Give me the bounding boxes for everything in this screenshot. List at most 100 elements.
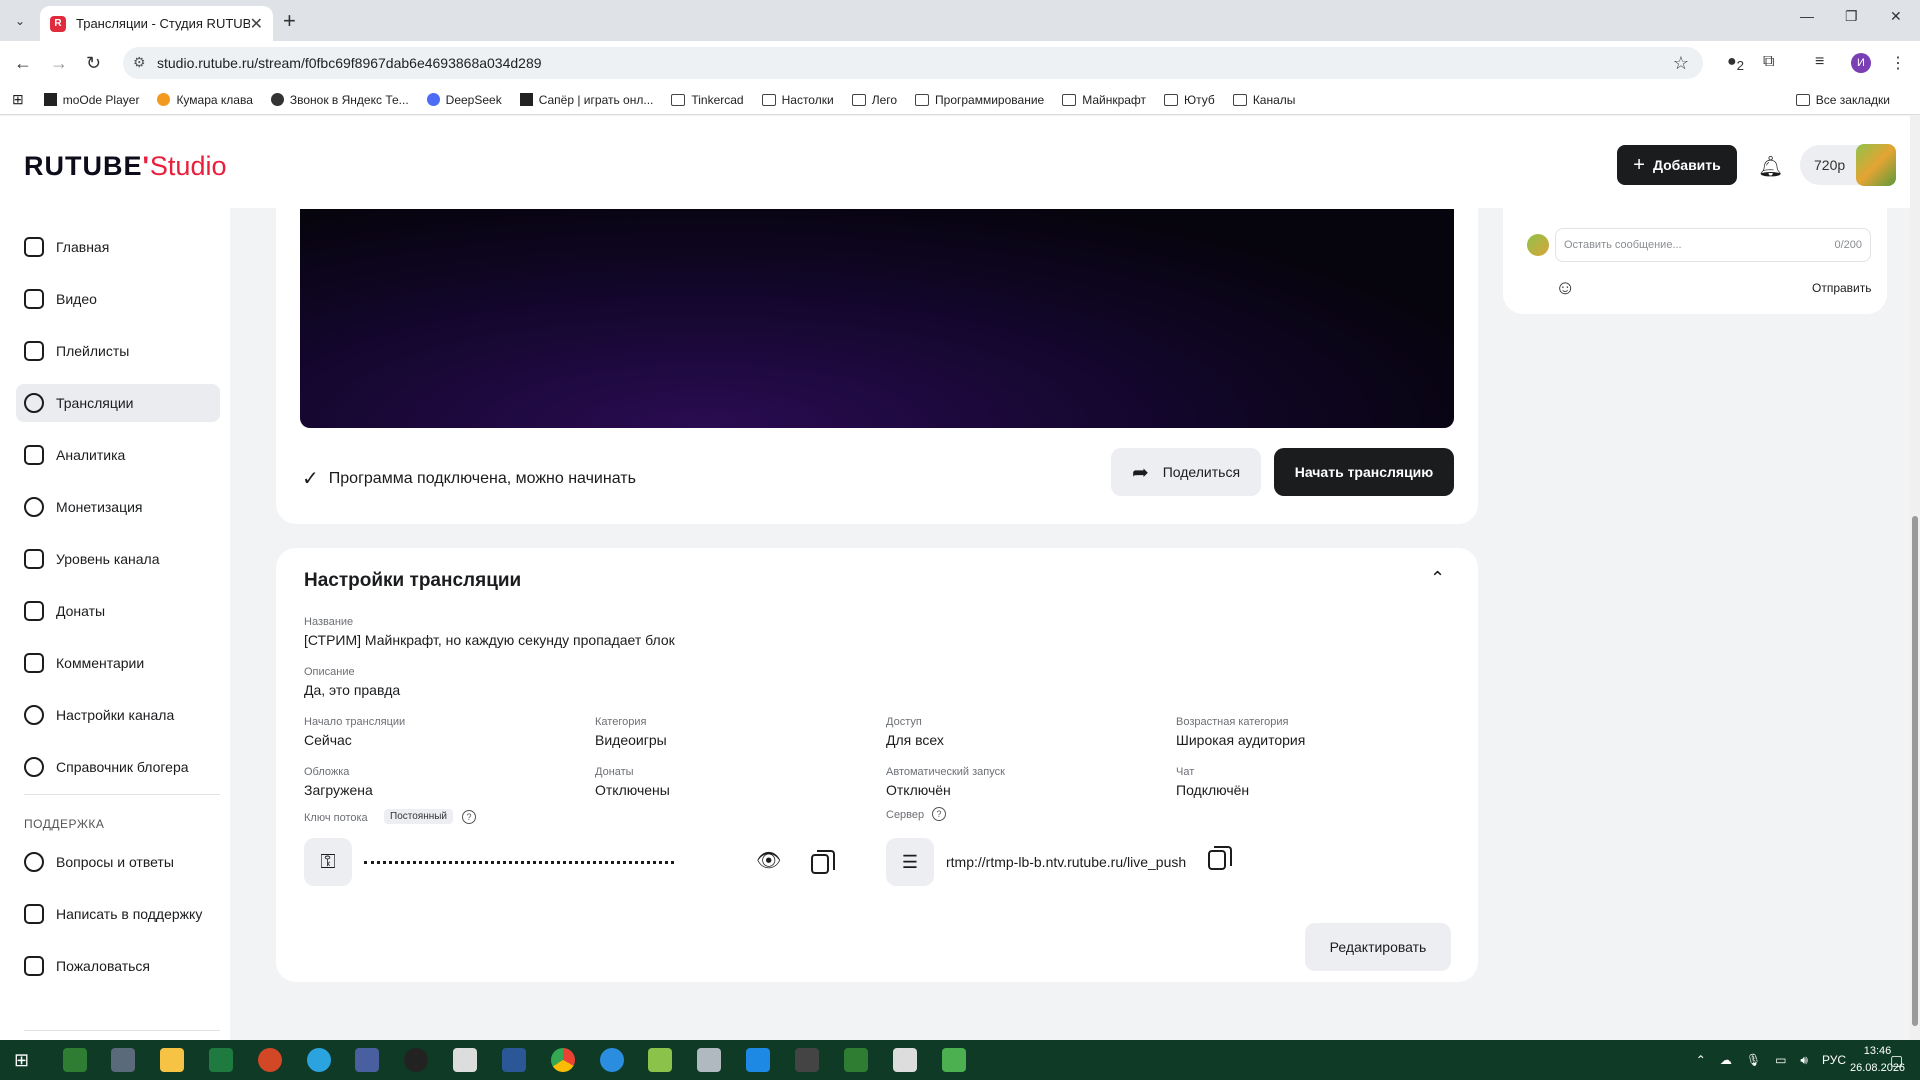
show-key-eye-icon[interactable]: 👁︎ xyxy=(756,848,781,873)
app-icon[interactable] xyxy=(600,1048,624,1072)
network-icon[interactable]: ☁ xyxy=(1720,1053,1732,1067)
sidebar-item-monetization[interactable]: Монетизация xyxy=(16,488,220,526)
sidebar-item-report[interactable]: Пожаловаться xyxy=(16,947,220,985)
new-tab-icon[interactable]: + xyxy=(283,8,296,34)
browser-menu-icon[interactable]: ⋮ xyxy=(1890,53,1906,73)
sidebar-item-donations[interactable]: Донаты xyxy=(16,592,220,630)
bookmark-folder[interactable]: Настолки xyxy=(761,92,834,107)
scrollbar-thumb[interactable] xyxy=(1912,516,1918,1026)
app-icon[interactable] xyxy=(697,1048,721,1072)
bookmark-folder[interactable]: Ютуб xyxy=(1164,93,1215,107)
volume-icon[interactable]: 🔊︎ xyxy=(1800,1053,1808,1068)
close-tab-icon[interactable]: ✕ xyxy=(250,14,263,34)
sidebar-item-faq[interactable]: Вопросы и ответы xyxy=(16,843,220,881)
language-indicator[interactable]: РУС xyxy=(1822,1053,1846,1067)
sidebar-item-analytics[interactable]: Аналитика xyxy=(16,436,220,474)
bookmark-item[interactable]: Кумара клава xyxy=(157,93,253,107)
media-control-icon[interactable]: ≡ xyxy=(1815,53,1824,71)
windows-start-icon[interactable]: ⊞ xyxy=(14,1050,29,1071)
app-icon[interactable] xyxy=(355,1048,379,1072)
restore-icon[interactable]: ❐ xyxy=(1845,8,1858,25)
folder-icon xyxy=(915,93,930,106)
bookmark-folder[interactable]: Майнкрафт xyxy=(1062,93,1146,107)
sidebar-item-channel-settings[interactable]: Настройки канала xyxy=(16,696,220,734)
bookmark-item[interactable]: DeepSeek xyxy=(426,93,502,107)
sidebar-item-contact-support[interactable]: Написать в поддержку xyxy=(16,895,220,933)
sidebar-item-comments[interactable]: Комментарии xyxy=(16,644,220,682)
powerpoint-app-icon[interactable] xyxy=(258,1048,282,1072)
microphone-icon[interactable]: 🎙︎ xyxy=(1746,1053,1761,1067)
chat-message-input[interactable]: Оставить сообщение... 0/200 xyxy=(1555,228,1871,262)
bookmark-star-icon[interactable]: ☆ xyxy=(1673,53,1689,74)
plus-icon: + xyxy=(1633,153,1645,176)
excel-app-icon[interactable] xyxy=(209,1048,233,1072)
telegram-app-icon[interactable] xyxy=(307,1048,331,1072)
capcut-app-icon[interactable] xyxy=(893,1048,917,1072)
checkmark-icon: ✓ xyxy=(302,468,319,490)
obs-app-icon[interactable] xyxy=(404,1048,428,1072)
app-icon[interactable] xyxy=(648,1048,672,1072)
moode-icon xyxy=(43,93,57,106)
sidebar-item-playlists[interactable]: Плейлисты xyxy=(16,332,220,370)
calculator-app-icon[interactable] xyxy=(111,1048,135,1072)
site-settings-icon[interactable]: ⚙ xyxy=(133,54,146,71)
bookmark-folder[interactable]: Tinkercad xyxy=(671,93,744,107)
vscode-app-icon[interactable] xyxy=(746,1048,770,1072)
url-bar[interactable]: ⚙ studio.rutube.ru/stream/f0fbc69f8967da… xyxy=(123,47,1703,79)
help-icon[interactable]: ? xyxy=(932,807,946,821)
tray-chevron-icon[interactable]: ⌃ xyxy=(1696,1053,1706,1067)
rutube-studio-logo[interactable]: RUTUBE'Studio xyxy=(24,151,226,182)
profile-avatar[interactable]: И xyxy=(1851,53,1871,73)
display-icon[interactable]: ▭ xyxy=(1775,1053,1786,1067)
app-icon[interactable] xyxy=(844,1048,868,1072)
sidebar-item-blogger-guide[interactable]: Справочник блогера xyxy=(16,748,220,786)
share-button[interactable]: ➦ Поделиться xyxy=(1111,448,1261,496)
file-explorer-icon[interactable] xyxy=(160,1048,184,1072)
bookmark-folder[interactable]: Лего xyxy=(851,93,897,107)
category-value: Видеоигры xyxy=(595,732,667,748)
page-scrollbar[interactable] xyxy=(1910,116,1920,1040)
extensions-puzzle-icon[interactable]: ⧉ xyxy=(1763,53,1774,71)
start-stream-button[interactable]: Начать трансляцию xyxy=(1274,448,1454,496)
bookmark-item[interactable]: Звонок в Яндекс Те... xyxy=(270,93,409,107)
copy-server-icon[interactable] xyxy=(1208,846,1232,870)
reload-icon[interactable]: ↻ xyxy=(86,53,101,74)
channel-avatar[interactable] xyxy=(1856,144,1896,186)
sidebar-item-home[interactable]: Главная xyxy=(16,228,220,266)
bookmark-folder[interactable]: Программирование xyxy=(915,93,1044,107)
copy-key-icon[interactable] xyxy=(811,850,835,874)
sidebar-item-video[interactable]: Видео xyxy=(16,280,220,318)
quality-label: 720p xyxy=(1814,157,1846,173)
minimize-icon[interactable]: — xyxy=(1800,8,1814,24)
sidebar-item-streams[interactable]: Трансляции xyxy=(16,384,220,422)
stream-preview[interactable] xyxy=(300,209,1454,428)
emoji-smile-icon[interactable]: ☺ xyxy=(1555,277,1575,300)
bookmark-item[interactable]: Сапёр | играть онл... xyxy=(519,93,653,107)
edit-button[interactable]: Редактировать xyxy=(1305,923,1451,971)
word-app-icon[interactable] xyxy=(502,1048,526,1072)
minecraft-app-icon[interactable] xyxy=(63,1048,87,1072)
extension-icon[interactable]: ●2 xyxy=(1727,53,1744,73)
chevron-up-icon[interactable]: ⌃ xyxy=(1430,568,1445,589)
chrome-app-icon[interactable] xyxy=(551,1048,575,1072)
close-window-icon[interactable]: ✕ xyxy=(1890,8,1902,25)
all-bookmarks[interactable]: Все закладки xyxy=(1795,93,1890,107)
chat-send-button[interactable]: Отправить xyxy=(1812,281,1872,295)
browser-tab-active[interactable]: R Трансляции - Студия RUTUBE ✕ xyxy=(40,6,273,41)
sidebar-item-channel-level[interactable]: Уровень канала xyxy=(16,540,220,578)
app-icon[interactable] xyxy=(795,1048,819,1072)
help-icon[interactable]: ? xyxy=(462,810,476,824)
tab-list-icon[interactable]: ⌄ xyxy=(10,11,30,31)
notifications-bell-icon[interactable]: 🔔︎ xyxy=(1758,154,1783,179)
apps-grid-icon[interactable]: ⊞ xyxy=(12,91,24,108)
bookmark-label: Настолки xyxy=(781,92,834,107)
back-icon[interactable]: ← xyxy=(14,53,32,74)
add-button[interactable]: + Добавить xyxy=(1617,145,1737,185)
forward-icon[interactable]: → xyxy=(50,53,68,74)
minecraft-launcher-icon[interactable] xyxy=(942,1048,966,1072)
chat-status-value: Подключён xyxy=(1176,782,1250,798)
notification-center-icon[interactable]: ▢ xyxy=(1890,1052,1903,1069)
capcut-app-icon[interactable] xyxy=(453,1048,477,1072)
bookmark-item[interactable]: moOde Player xyxy=(43,93,139,107)
bookmark-folder[interactable]: Каналы xyxy=(1232,93,1295,107)
